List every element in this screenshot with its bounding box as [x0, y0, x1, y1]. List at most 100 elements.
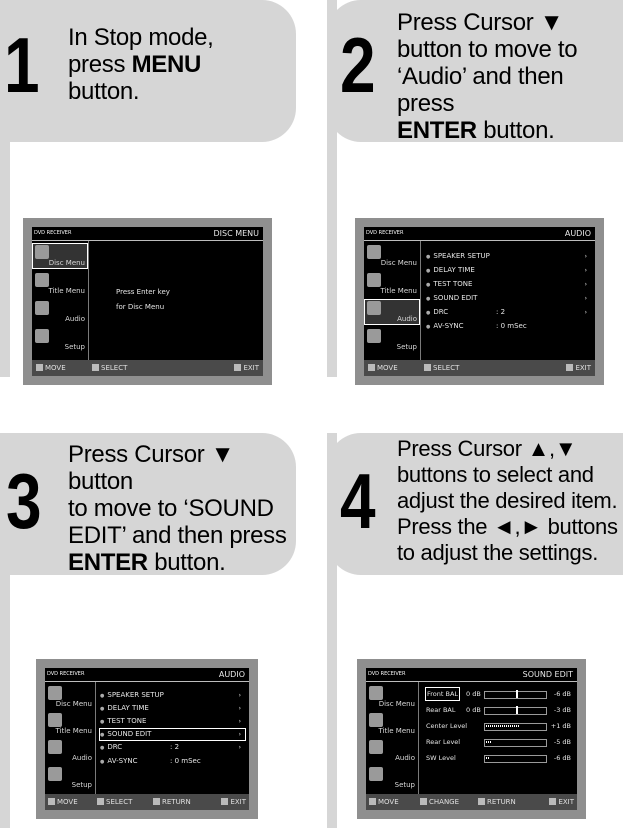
footer-change: CHANGE [420, 794, 459, 810]
sidebar-item-audio[interactable]: Audio [45, 738, 95, 764]
speaker-icon [367, 301, 381, 315]
sound-edit-row-db-value: -6 dB [553, 754, 571, 762]
footer-move: MOVE [48, 794, 78, 810]
footer-return: RETURN [153, 794, 191, 810]
screen-footer: MOVE CHANGE RETURN EXIT [366, 794, 577, 810]
gear-icon [367, 329, 381, 343]
menu-item-drc[interactable]: ● DRC: 2 › [426, 307, 591, 318]
screen-footer: MOVE SELECT EXIT [32, 360, 263, 376]
gear-icon [369, 767, 383, 781]
screen-title: DISC MENU [213, 229, 259, 238]
sound-edit-row-db-value: -6 dB [553, 690, 571, 698]
sound-edit-row-center-value: 0 dB [466, 690, 481, 698]
step-1-text-2: press [68, 51, 132, 78]
screen-title: SOUND EDIT [522, 670, 573, 679]
screen-title: AUDIO [564, 229, 591, 238]
menu-item-sound-edit[interactable]: ● SOUND EDIT › [99, 728, 246, 741]
sound-edit-row-slider[interactable] [484, 739, 547, 747]
footer-return: RETURN [478, 794, 516, 810]
sound-edit-row-slider[interactable] [484, 706, 547, 715]
sidebar-item-disc-menu[interactable]: Disc Menu [366, 684, 418, 710]
sidebar-item-title-menu[interactable]: Title Menu [366, 711, 418, 737]
title-menu-icon [35, 273, 49, 287]
sound-edit-row-slider[interactable] [484, 755, 547, 763]
sound-edit-row-slider[interactable] [484, 690, 547, 699]
sound-edit-row[interactable]: Center Level +1 dB [426, 720, 573, 732]
sidebar-item-disc-menu[interactable]: Disc Menu [45, 684, 95, 710]
speaker-icon [369, 740, 383, 754]
sidebar-item-audio[interactable]: Audio [364, 299, 420, 325]
speaker-icon [48, 740, 62, 754]
sidebar-item-setup[interactable]: Setup [366, 765, 418, 791]
sidebar-item-audio[interactable]: Audio [32, 299, 88, 325]
exit-key-icon [566, 364, 574, 371]
sound-edit-row[interactable]: Front BAL 0 dB -6 dB [424, 687, 573, 701]
sidebar: Disc Menu Title Menu Audio Setup [364, 241, 421, 360]
sound-edit-row-name: Rear Level [426, 738, 461, 746]
menu-item-sound-edit[interactable]: ● SOUND EDIT › [426, 293, 591, 304]
move-key-icon [368, 364, 375, 371]
menu-item-drc[interactable]: ● DRC: 2 › [100, 742, 245, 753]
sidebar-item-setup[interactable]: Setup [32, 327, 88, 353]
footer-exit: EXIT [566, 360, 591, 376]
step-4-number: 4 [340, 457, 376, 545]
menu-item-test-tone[interactable]: ● TEST TONE › [426, 279, 591, 290]
sound-edit-row-slider[interactable] [484, 723, 547, 731]
menu-item-av-sync[interactable]: ● AV-SYNC: 0 mSec [100, 756, 245, 767]
menu-item-delay-time[interactable]: ● DELAY TIME › [100, 703, 245, 714]
brand-label: DVD RECEIVER [368, 671, 406, 677]
title-menu-icon [48, 713, 62, 727]
sidebar-item-title-menu[interactable]: Title Menu [45, 711, 95, 737]
menu-item-test-tone[interactable]: ● TEST TONE › [100, 716, 245, 727]
sound-edit-row-slider-fill [515, 706, 518, 714]
move-key-icon [36, 364, 43, 371]
menu-item-speaker-setup[interactable]: ● SPEAKER SETUP › [100, 690, 245, 701]
disc-menu-icon [367, 245, 381, 259]
sidebar-item-setup[interactable]: Setup [364, 327, 420, 353]
menu-item-delay-time[interactable]: ● DELAY TIME › [426, 265, 591, 276]
screen-title: AUDIO [218, 670, 245, 679]
gear-icon [48, 767, 62, 781]
disc-menu-message: Press Enter key for Disc Menu [116, 288, 170, 311]
footer-move: MOVE [369, 794, 399, 810]
sidebar: Disc Menu Title Menu Audio Setup [366, 682, 419, 794]
change-key-icon [420, 798, 427, 805]
footer-select: SELECT [97, 794, 132, 810]
step-3-tv-screen: DVD RECEIVER AUDIO Disc Menu Title Menu A… [36, 659, 258, 819]
sound-edit-row-slider-fill [515, 690, 518, 698]
exit-key-icon [549, 798, 557, 805]
sound-edit-row[interactable]: Rear BAL 0 dB -3 dB [426, 704, 573, 716]
brand-label: DVD RECEIVER [47, 671, 85, 677]
menu-item-speaker-setup[interactable]: ● SPEAKER SETUP › [426, 251, 591, 262]
footer-move: MOVE [368, 360, 398, 376]
speaker-icon [35, 301, 49, 315]
sound-edit-row-name: SW Level [426, 754, 456, 762]
sidebar-item-disc-menu[interactable]: Disc Menu [364, 243, 420, 269]
sound-edit-row[interactable]: SW Level -6 dB [426, 752, 573, 764]
sidebar: Disc Menu Title Menu Audio Setup [45, 682, 96, 794]
sound-edit-row-name: Center Level [426, 722, 468, 730]
sidebar-item-setup[interactable]: Setup [45, 765, 95, 791]
sidebar-item-title-menu[interactable]: Title Menu [32, 271, 88, 297]
footer-exit: EXIT [221, 794, 246, 810]
move-key-icon [369, 798, 376, 805]
sidebar-item-audio[interactable]: Audio [366, 738, 418, 764]
step-1-number: 1 [4, 21, 40, 109]
sidebar-item-disc-menu[interactable]: Disc Menu [32, 243, 88, 269]
footer-exit: EXIT [549, 794, 574, 810]
select-key-icon [424, 364, 431, 371]
step-1-text-3: button. [68, 78, 140, 105]
sound-edit-row-db-value: -3 dB [553, 706, 571, 714]
step-4-instruction: Press Cursor ▲,▼ buttons to select and a… [397, 436, 618, 565]
sound-edit-row-name: Front BAL [424, 687, 461, 701]
sound-edit-row[interactable]: Rear Level -5 dB [426, 736, 573, 748]
sidebar-item-title-menu[interactable]: Title Menu [364, 271, 420, 297]
step-2-number: 2 [340, 21, 376, 109]
gear-icon [35, 329, 49, 343]
step-1-key: MENU [131, 51, 202, 78]
select-key-icon [97, 798, 104, 805]
step-2-tv-screen: DVD RECEIVER AUDIO Disc Menu Title Menu A… [355, 218, 604, 385]
footer-select: SELECT [424, 360, 459, 376]
exit-key-icon [234, 364, 242, 371]
menu-item-av-sync[interactable]: ● AV-SYNC: 0 mSec [426, 321, 591, 332]
